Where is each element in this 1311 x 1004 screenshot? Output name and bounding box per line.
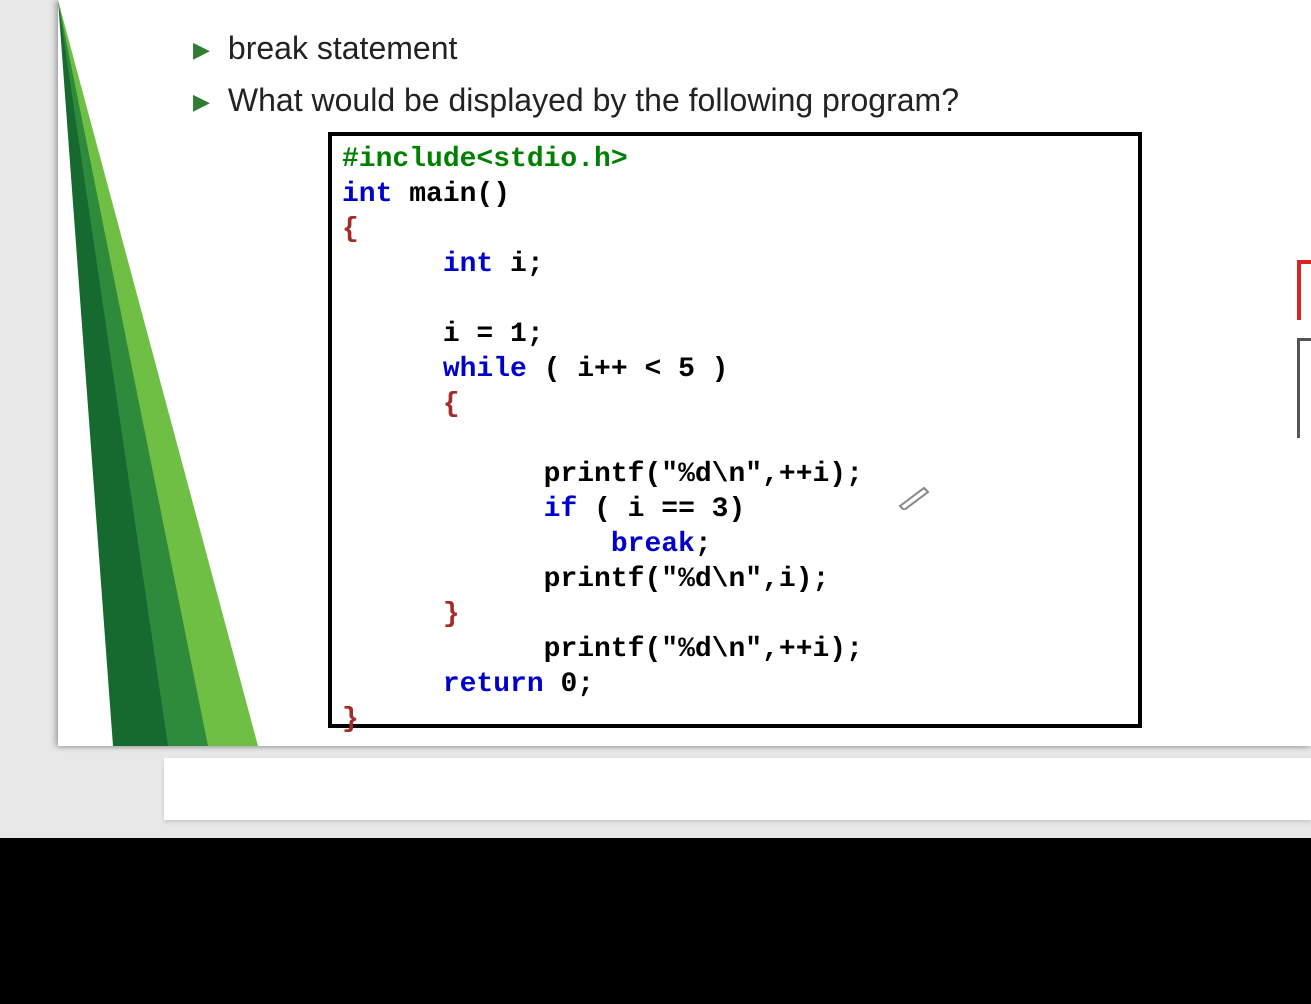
code-keyword-int: int xyxy=(342,179,392,210)
code-printf: printf xyxy=(544,564,645,595)
code-brace-line: } xyxy=(342,599,460,630)
code-box: #include<stdio.h> int main() { int i; i … xyxy=(328,132,1142,728)
code-indent xyxy=(342,354,443,385)
video-black-bar xyxy=(0,838,1311,1004)
code-printf: printf xyxy=(544,634,645,665)
triangle-right-icon: ▶ xyxy=(193,91,210,113)
code-text: i; xyxy=(493,249,543,280)
code-text: ("%d\n",++i); xyxy=(644,634,862,665)
bullet-item: ▶ What would be displayed by the followi… xyxy=(193,80,1293,120)
code-indent xyxy=(342,459,544,490)
code-blank xyxy=(342,284,359,315)
code-indent xyxy=(342,669,443,700)
bullet-text: break statement xyxy=(228,28,457,68)
bullet-text: What would be displayed by the following… xyxy=(228,80,959,120)
code-text: main() xyxy=(392,179,510,210)
code-brace-line: { xyxy=(342,389,460,420)
notes-panel xyxy=(164,758,1311,820)
code-keyword-break: break xyxy=(611,529,695,560)
code-text: ("%d\n",i); xyxy=(644,564,829,595)
bullet-list: ▶ break statement ▶ What would be displa… xyxy=(193,28,1293,132)
code-text: ( i++ < 5 ) xyxy=(527,354,729,385)
code-indent xyxy=(342,249,443,280)
code-indent xyxy=(342,564,544,595)
bullet-item: ▶ break statement xyxy=(193,28,1293,68)
code-brace: { xyxy=(342,214,359,245)
code-blank xyxy=(342,424,359,455)
triangle-right-icon: ▶ xyxy=(193,39,210,61)
code-indent xyxy=(342,634,544,665)
code-text: ("%d\n",++i); xyxy=(644,459,862,490)
code-indent xyxy=(342,494,544,525)
code-text: 0; xyxy=(544,669,594,700)
code-keyword-return: return xyxy=(443,669,544,700)
code-keyword-int: int xyxy=(443,249,493,280)
code-text: ( i == 3) xyxy=(577,494,745,525)
code-printf: printf xyxy=(544,459,645,490)
code-brace: } xyxy=(342,704,359,735)
code-include: #include<stdio.h> xyxy=(342,144,628,175)
viewport: ▶ break statement ▶ What would be displa… xyxy=(0,0,1311,1004)
slide: ▶ break statement ▶ What would be displa… xyxy=(58,0,1311,746)
code-keyword-while: while xyxy=(443,354,527,385)
code-text: ; xyxy=(695,529,712,560)
code-text: i = 1; xyxy=(342,319,544,350)
code-indent xyxy=(342,529,611,560)
code-keyword-if: if xyxy=(544,494,578,525)
code-block: #include<stdio.h> int main() { int i; i … xyxy=(342,142,1132,737)
